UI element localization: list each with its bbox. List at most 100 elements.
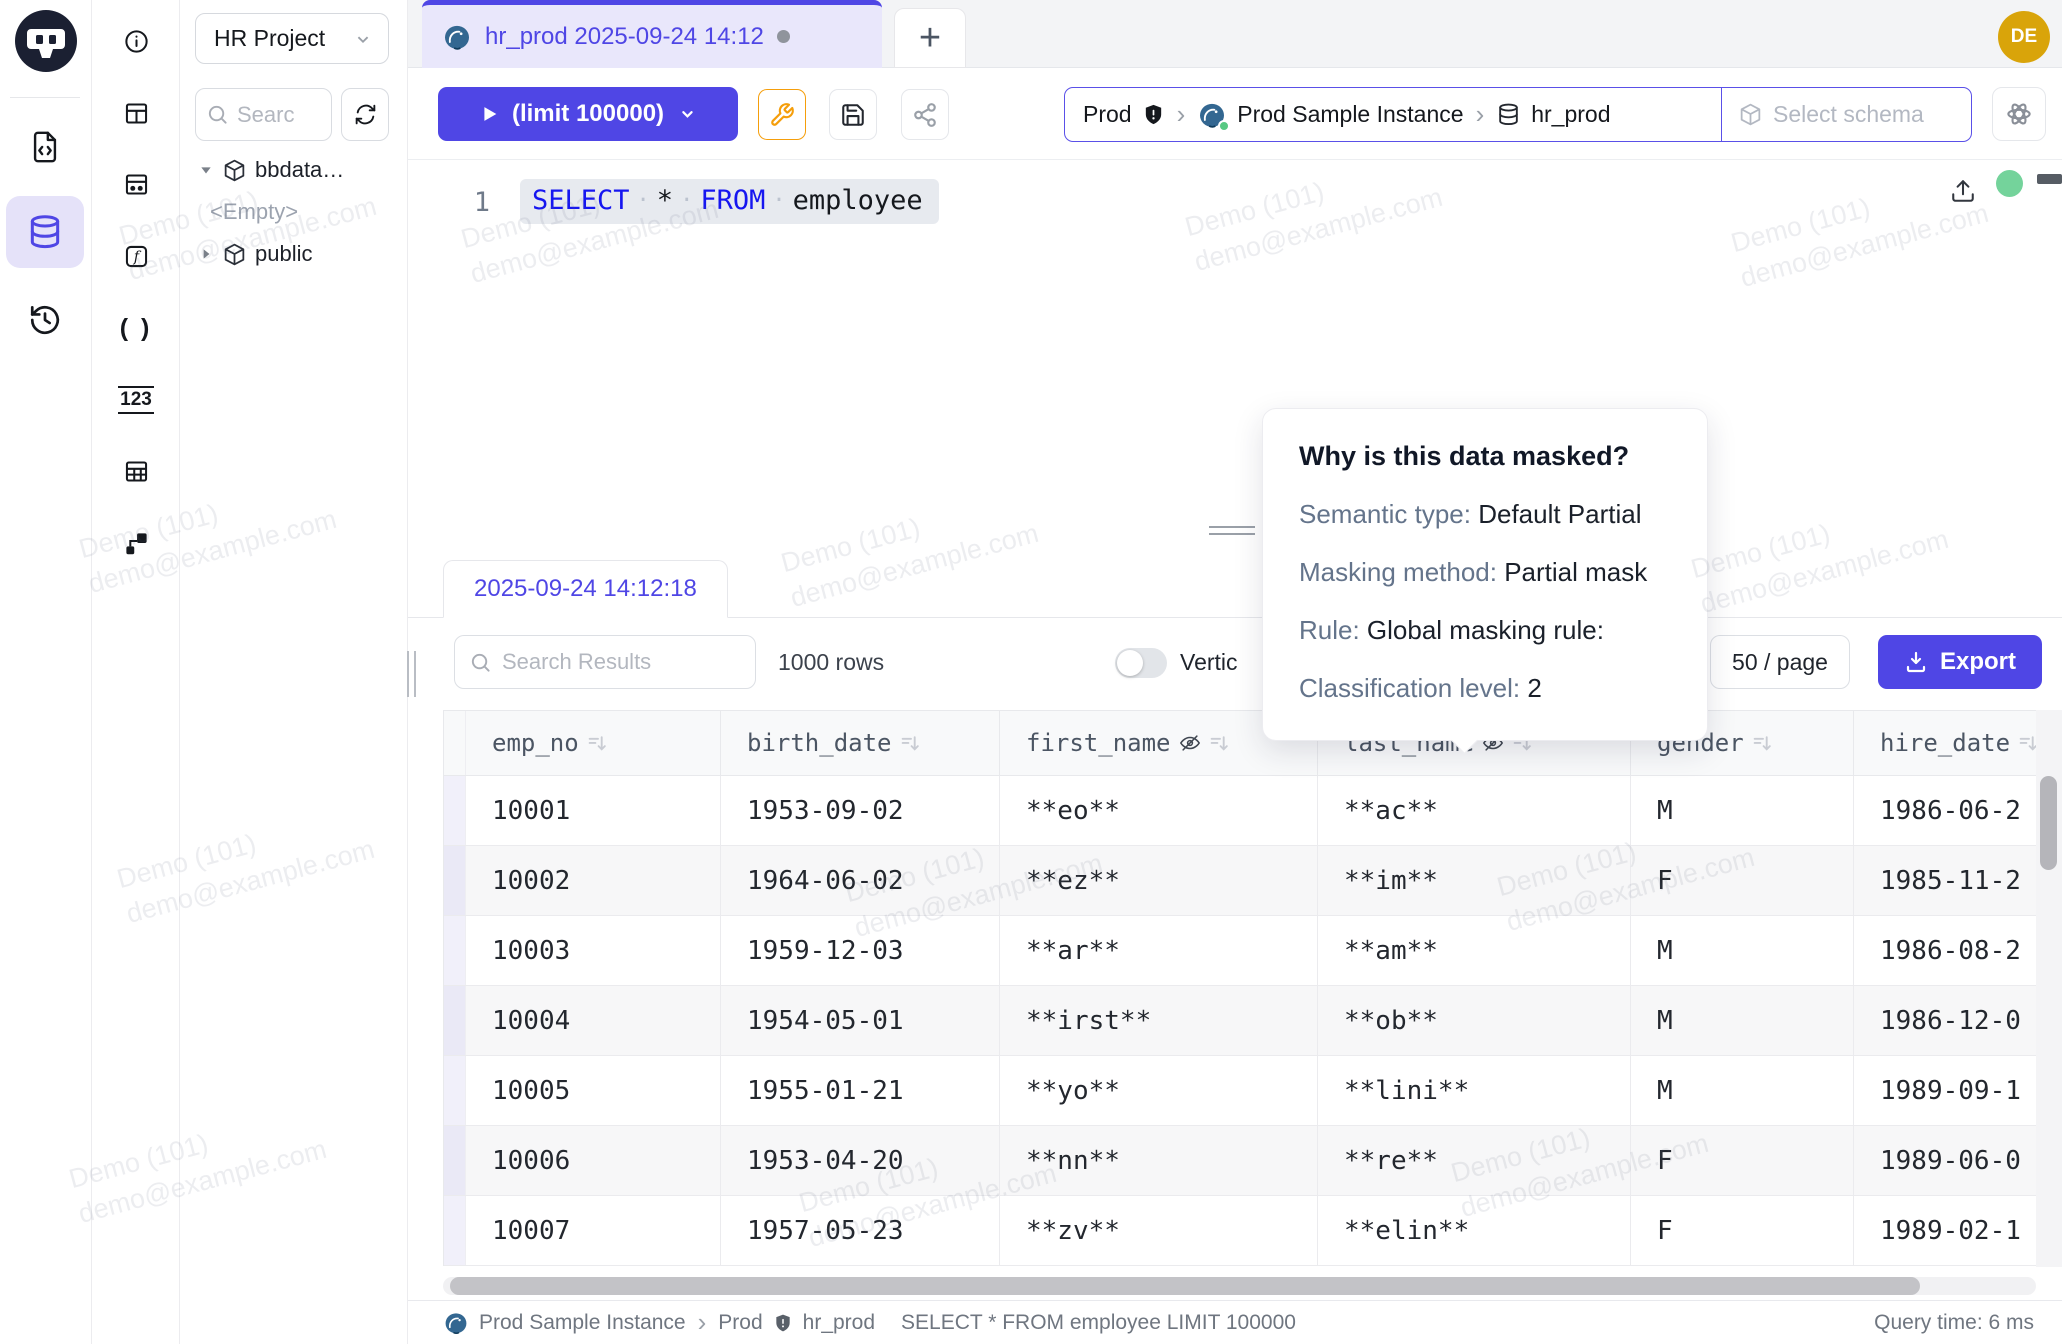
vertical-mode-toggle[interactable] xyxy=(1115,648,1167,678)
table-row[interactable]: 100041954-05-01**irst****ob**M1986-12-0 xyxy=(444,986,2036,1056)
cell-last_name[interactable]: **elin** xyxy=(1318,1196,1631,1265)
cell-birth_date[interactable]: 1957-05-23 xyxy=(721,1196,1000,1265)
cell-birth_date[interactable]: 1964-06-02 xyxy=(721,846,1000,915)
cell-gender[interactable]: M xyxy=(1631,986,1854,1055)
cell-emp_no[interactable]: 10005 xyxy=(466,1056,721,1125)
tree-item-empty[interactable]: <Empty> xyxy=(180,191,408,233)
sort-icon[interactable] xyxy=(1752,733,1773,754)
rail-database-button[interactable] xyxy=(6,196,84,268)
cell-first_name[interactable]: **irst** xyxy=(1000,986,1318,1055)
horizontal-scrollbar-thumb[interactable] xyxy=(450,1277,1920,1295)
tree-item-bbdata[interactable]: bbdata… xyxy=(180,149,408,191)
cell-emp_no[interactable]: 10004 xyxy=(466,986,721,1055)
cell-last_name[interactable]: **ac** xyxy=(1318,776,1631,845)
page-size-selector[interactable]: 50 / page xyxy=(1710,635,1850,689)
table-row[interactable]: 100051955-01-21**yo****lini**M1989-09-1 xyxy=(444,1056,2036,1126)
panel-resize-handle[interactable] xyxy=(1209,526,1255,535)
rail-worksheet-button[interactable] xyxy=(6,111,84,183)
cell-hire_date[interactable]: 1986-06-2 xyxy=(1854,776,2036,845)
cell-last_name[interactable]: **re** xyxy=(1318,1126,1631,1195)
cell-first_name[interactable]: **eo** xyxy=(1000,776,1318,845)
cell-birth_date[interactable]: 1959-12-03 xyxy=(721,916,1000,985)
cell-hire_date[interactable]: 1986-08-2 xyxy=(1854,916,2036,985)
project-selector[interactable]: HR Project xyxy=(195,13,389,64)
table-row[interactable]: 100031959-12-03**ar****am**M1986-08-2 xyxy=(444,916,2036,986)
caret-down-icon[interactable] xyxy=(198,163,214,177)
er-diagram-button[interactable] xyxy=(112,160,160,208)
sequences-button[interactable]: 123 xyxy=(112,376,160,424)
result-tab[interactable]: 2025-09-24 14:12:18 xyxy=(443,560,728,618)
result-search[interactable] xyxy=(454,635,756,689)
bytebase-logo[interactable] xyxy=(14,9,78,73)
cell-gender[interactable]: F xyxy=(1631,1196,1854,1265)
info-button[interactable] xyxy=(112,17,160,65)
cell-first_name[interactable]: **ez** xyxy=(1000,846,1318,915)
cell-last_name[interactable]: **am** xyxy=(1318,916,1631,985)
cell-gender[interactable]: M xyxy=(1631,1056,1854,1125)
cell-first_name[interactable]: **zv** xyxy=(1000,1196,1318,1265)
editor-scrollbar-thumb[interactable] xyxy=(2037,174,2062,184)
cell-gender[interactable]: F xyxy=(1631,846,1854,915)
functions-button[interactable]: f xyxy=(112,232,160,280)
cell-first_name[interactable]: **yo** xyxy=(1000,1056,1318,1125)
cell-emp_no[interactable]: 10003 xyxy=(466,916,721,985)
cell-last_name[interactable]: **im** xyxy=(1318,846,1631,915)
sidebar-resize-handle[interactable] xyxy=(407,651,416,697)
cell-birth_date[interactable]: 1954-05-01 xyxy=(721,986,1000,1055)
cell-hire_date[interactable]: 1986-12-0 xyxy=(1854,986,2036,1055)
cell-hire_date[interactable]: 1989-06-0 xyxy=(1854,1126,2036,1195)
views-button[interactable] xyxy=(112,447,160,495)
cell-emp_no[interactable]: 10006 xyxy=(466,1126,721,1195)
connection-path[interactable]: Prod › Prod Sample Instance › hr_prod xyxy=(1065,88,1721,141)
refresh-button[interactable] xyxy=(341,88,389,141)
cell-gender[interactable]: F xyxy=(1631,1126,1854,1195)
cell-first_name[interactable]: **ar** xyxy=(1000,916,1318,985)
dependency-button[interactable] xyxy=(112,519,160,567)
caret-right-icon[interactable] xyxy=(198,247,214,261)
new-tab-button[interactable]: + xyxy=(894,8,966,68)
sort-icon[interactable] xyxy=(900,733,921,754)
cell-birth_date[interactable]: 1953-09-02 xyxy=(721,776,1000,845)
table-row[interactable]: 100011953-09-02**eo****ac**M1986-06-2 xyxy=(444,776,2036,846)
cell-gender[interactable]: M xyxy=(1631,776,1854,845)
cell-emp_no[interactable]: 10001 xyxy=(466,776,721,845)
result-search-input[interactable] xyxy=(502,649,732,675)
cell-first_name[interactable]: **nn** xyxy=(1000,1126,1318,1195)
cell-hire_date[interactable]: 1989-09-1 xyxy=(1854,1056,2036,1125)
run-query-button[interactable]: (limit 100000) xyxy=(438,87,738,141)
column-header-emp_no[interactable]: emp_no xyxy=(466,711,721,775)
table-row[interactable]: 100061953-04-20**nn****re**F1989-06-0 xyxy=(444,1126,2036,1196)
tables-button[interactable] xyxy=(112,89,160,137)
procedures-button[interactable]: ( ) xyxy=(112,304,160,352)
column-header-hire_date[interactable]: hire_date xyxy=(1854,711,2036,775)
save-button[interactable] xyxy=(829,89,877,140)
chevron-down-icon[interactable] xyxy=(676,103,698,125)
format-sql-button[interactable] xyxy=(758,89,806,140)
sidebar-search-input[interactable] xyxy=(237,102,327,128)
cell-emp_no[interactable]: 10002 xyxy=(466,846,721,915)
cell-gender[interactable]: M xyxy=(1631,916,1854,985)
sql-code-line[interactable]: SELECT·*·FROM·employee xyxy=(520,179,939,224)
export-button[interactable]: Export xyxy=(1878,635,2042,689)
cell-hire_date[interactable]: 1985-11-2 xyxy=(1854,846,2036,915)
sql-editor-surface[interactable]: 1 SELECT·*·FROM·employee xyxy=(408,160,2062,526)
table-row[interactable]: 100071957-05-23**zv****elin**F1989-02-1 xyxy=(444,1196,2036,1266)
sidebar-search[interactable] xyxy=(195,88,332,141)
tree-item-public[interactable]: public xyxy=(180,233,408,275)
share-button[interactable] xyxy=(901,89,949,140)
worksheet-tab-active[interactable]: hr_prod 2025-09-24 14:12 xyxy=(422,0,882,68)
cell-birth_date[interactable]: 1955-01-21 xyxy=(721,1056,1000,1125)
column-header-birth_date[interactable]: birth_date xyxy=(721,711,1000,775)
eye-off-icon[interactable] xyxy=(1179,732,1201,754)
avatar[interactable]: DE xyxy=(1998,11,2050,63)
cell-birth_date[interactable]: 1953-04-20 xyxy=(721,1126,1000,1195)
upload-icon[interactable] xyxy=(1950,178,1976,204)
cell-hire_date[interactable]: 1989-02-1 xyxy=(1854,1196,2036,1265)
table-vertical-scrollbar[interactable] xyxy=(2036,710,2062,1267)
sort-icon[interactable] xyxy=(587,733,608,754)
table-horizontal-scrollbar[interactable] xyxy=(443,1277,2036,1295)
cell-last_name[interactable]: **ob** xyxy=(1318,986,1631,1055)
vertical-scrollbar-thumb[interactable] xyxy=(2040,776,2057,870)
cell-emp_no[interactable]: 10007 xyxy=(466,1196,721,1265)
ai-assistant-button[interactable] xyxy=(1992,87,2046,141)
